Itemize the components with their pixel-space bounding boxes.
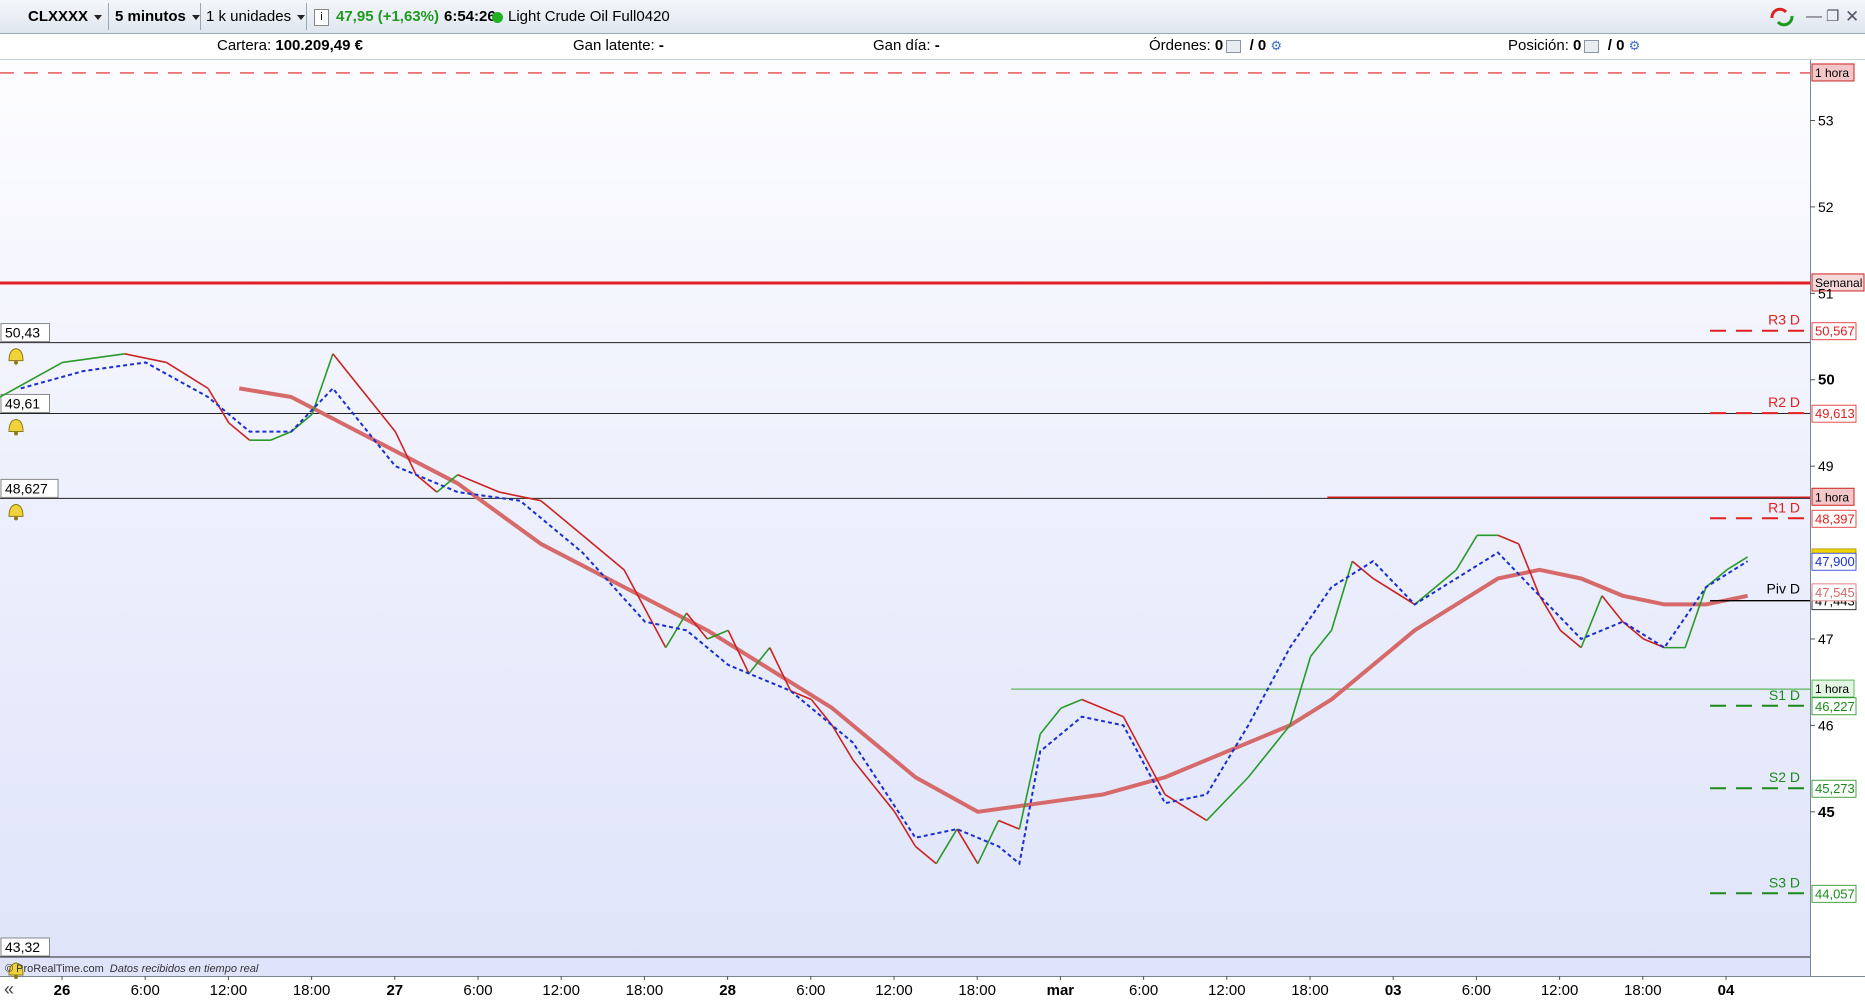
restore-icon[interactable]: ❐: [1826, 0, 1839, 33]
minimize-icon[interactable]: —: [1806, 0, 1822, 33]
symbol-label: CLXXXX: [28, 8, 89, 25]
market-status-icon: [492, 0, 503, 33]
units-label: 1 k unidades: [206, 8, 292, 25]
gan-latente: Gan latente: -: [573, 37, 664, 54]
timeframe-label: 5 minutos: [115, 8, 186, 25]
info-button[interactable]: i: [314, 0, 329, 33]
toolbar: CLXXXX 5 minutos 1 k unidades i 47,95 (+…: [0, 0, 1865, 34]
chevron-down-icon: [94, 14, 103, 20]
symbol-selector[interactable]: CLXXXX: [28, 0, 103, 33]
chevron-down-icon: [297, 14, 306, 20]
close-icon[interactable]: ✕: [1845, 0, 1859, 33]
units-selector[interactable]: 1 k unidades: [206, 0, 306, 33]
price-change: 47,95 (+1,63%): [336, 8, 439, 25]
timeframe-selector[interactable]: 5 minutos: [115, 0, 200, 33]
posicion-box-icon[interactable]: [1584, 39, 1600, 53]
price-axis[interactable]: [1810, 60, 1865, 976]
instrument-name: Light Crude Oil Full0420: [508, 8, 670, 25]
gear-icon[interactable]: ⚙: [1629, 38, 1641, 53]
gan-latente-value: -: [658, 37, 664, 54]
info-icon: i: [314, 8, 329, 26]
gear-icon[interactable]: ⚙: [1270, 38, 1282, 53]
chevron-down-icon: [191, 14, 200, 20]
clock-time: 6:54:26: [444, 8, 496, 25]
ordenes: Órdenes: 0 / 0 ⚙: [1149, 37, 1283, 54]
gan-dia-value: -: [934, 37, 940, 54]
cartera-value: 100.209,49 €: [275, 37, 363, 54]
info-bar: Cartera: 100.209,49 € Gan latente: - Gan…: [0, 34, 1865, 60]
ordenes-box-icon[interactable]: [1226, 39, 1242, 53]
time-axis[interactable]: [0, 976, 1865, 1001]
gan-dia: Gan día: -: [873, 37, 940, 54]
cartera: Cartera: 100.209,49 €: [217, 37, 363, 54]
posicion: Posición: 0 / 0 ⚙: [1508, 37, 1641, 54]
sync-icon[interactable]: [1768, 0, 1796, 33]
chart-area[interactable]: [0, 60, 1810, 976]
